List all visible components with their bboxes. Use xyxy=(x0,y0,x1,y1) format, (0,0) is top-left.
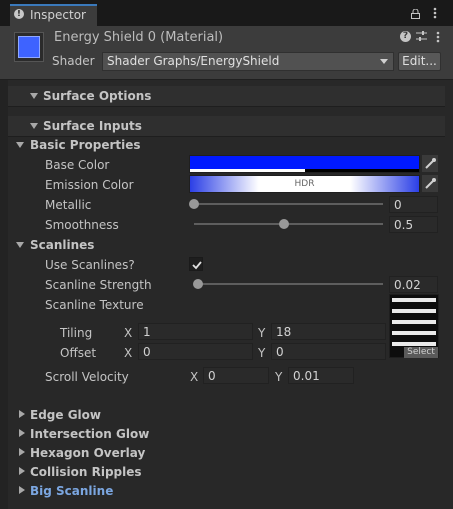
spacer xyxy=(8,80,453,84)
emission-color-label: Emission Color xyxy=(45,178,134,192)
scanline-strength-slider-track[interactable] xyxy=(194,283,383,285)
surface-inputs-title: Surface Inputs xyxy=(43,119,142,133)
material-title: Energy Shield 0 (Material) xyxy=(54,30,224,45)
preset-icon[interactable] xyxy=(416,30,427,42)
info-icon: ! xyxy=(14,9,24,19)
group-intersection-glow[interactable]: Intersection Glow xyxy=(30,427,149,441)
group-big-scanline[interactable]: Big Scanline xyxy=(30,484,113,498)
scanline-texture-label: Scanline Texture xyxy=(45,298,144,312)
shader-dropdown-value: Shader Graphs/EnergyShield xyxy=(107,54,280,68)
material-swatch xyxy=(18,36,40,58)
foldout-open-icon xyxy=(30,93,38,99)
foldout-closed-icon[interactable] xyxy=(19,429,25,437)
group-edge-glow[interactable]: Edge Glow xyxy=(30,408,101,422)
tiling-y-axis: Y xyxy=(258,326,266,340)
scroll-velocity-label: Scroll Velocity xyxy=(45,370,129,384)
divider xyxy=(8,106,445,107)
eyedropper-icon[interactable] xyxy=(422,175,438,192)
base-color-label: Base Color xyxy=(45,158,110,172)
use-scanlines-label: Use Scanlines? xyxy=(45,258,135,272)
scanlines-title[interactable]: Scanlines xyxy=(30,238,94,252)
smoothness-value-field[interactable]: 0.5 xyxy=(389,216,438,233)
smoothness-label: Smoothness xyxy=(45,218,119,232)
foldout-closed-icon[interactable] xyxy=(19,448,25,456)
scanline-strength-value-field[interactable]: 0.02 xyxy=(389,276,438,293)
metallic-slider-track[interactable] xyxy=(194,203,383,205)
scroll-y-axis: Y xyxy=(275,370,283,384)
tiling-x-axis: X xyxy=(124,326,133,340)
basic-properties-title[interactable]: Basic Properties xyxy=(30,138,141,152)
foldout-open-icon[interactable] xyxy=(16,242,24,248)
tab-inspector-label: Inspector xyxy=(30,8,86,22)
foldout-closed-icon[interactable] xyxy=(19,486,25,494)
group-collision-ripples[interactable]: Collision Ripples xyxy=(30,465,142,479)
group-hexagon-overlay[interactable]: Hexagon Overlay xyxy=(30,446,145,460)
scroll-velocity-y-field[interactable]: 0.01 xyxy=(288,367,354,384)
lock-icon[interactable] xyxy=(411,8,420,19)
shader-dropdown[interactable]: Shader Graphs/EnergyShield xyxy=(102,52,394,71)
help-icon[interactable]: ? xyxy=(400,31,411,42)
scroll-x-axis: X xyxy=(190,370,199,384)
smoothness-slider-track[interactable] xyxy=(194,223,383,225)
metallic-value-field[interactable]: 0 xyxy=(389,196,438,213)
metallic-label: Metallic xyxy=(45,198,92,212)
chevron-down-icon xyxy=(380,59,388,64)
offset-x-field[interactable]: 0 xyxy=(138,343,253,360)
foldout-open-icon xyxy=(30,123,38,129)
shader-label: Shader xyxy=(52,54,95,68)
surface-options-title: Surface Options xyxy=(43,89,152,103)
foldout-open-icon[interactable] xyxy=(16,142,24,148)
eyedropper-icon[interactable] xyxy=(422,155,438,172)
checkmark-icon xyxy=(192,261,202,270)
scroll-velocity-x-field[interactable]: 0 xyxy=(203,367,269,384)
component-menu-icon[interactable] xyxy=(436,31,440,43)
foldout-closed-icon[interactable] xyxy=(19,410,25,418)
emission-hdr-badge: HDR xyxy=(294,179,315,189)
tiling-y-field[interactable]: 18 xyxy=(271,323,386,340)
edit-shader-button[interactable]: Edit... xyxy=(398,52,441,71)
foldout-closed-icon[interactable] xyxy=(19,467,25,475)
offset-y-axis: Y xyxy=(258,346,266,360)
base-color-swatch[interactable] xyxy=(189,155,420,173)
divider xyxy=(8,136,445,137)
offset-y-field[interactable]: 0 xyxy=(271,343,386,360)
emission-color-swatch[interactable]: HDR xyxy=(189,175,420,193)
metallic-slider-knob[interactable] xyxy=(189,199,199,209)
tiling-label: Tiling xyxy=(60,326,93,340)
window-menu-icon[interactable] xyxy=(433,7,437,19)
texture-select-button[interactable]: Select xyxy=(404,347,438,358)
offset-label: Offset xyxy=(60,346,97,360)
use-scanlines-checkbox[interactable] xyxy=(189,257,203,271)
scanline-strength-slider-knob[interactable] xyxy=(193,279,203,289)
alpha-bar xyxy=(190,169,419,172)
offset-x-axis: X xyxy=(124,346,133,360)
scanline-strength-label: Scanline Strength xyxy=(45,278,152,292)
left-edge xyxy=(0,26,8,509)
tiling-x-field[interactable]: 1 xyxy=(138,323,253,340)
smoothness-slider-knob[interactable] xyxy=(278,219,289,229)
